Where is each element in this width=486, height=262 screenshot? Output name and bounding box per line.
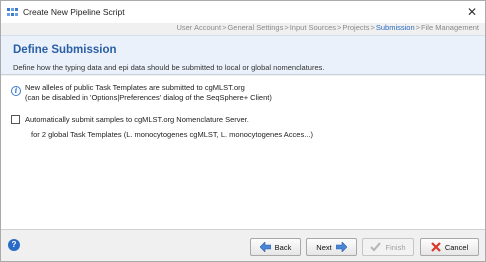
close-button[interactable]: ✕ bbox=[464, 4, 480, 20]
finish-button[interactable]: Finish bbox=[362, 238, 414, 256]
breadcrumb-step-file-management: File Management bbox=[421, 23, 479, 32]
auto-submit-label[interactable]: Automatically submit samples to cgMLST.o… bbox=[25, 115, 249, 124]
wizard-window: Create New Pipeline Script ✕ User Accoun… bbox=[0, 0, 486, 262]
task-templates-info: for 2 global Task Templates (L. monocyto… bbox=[31, 130, 313, 139]
page-title: Define Submission bbox=[13, 44, 117, 56]
finish-button-label: Finish bbox=[385, 242, 406, 252]
page-header: Define Submission Define how the typing … bbox=[1, 35, 485, 75]
back-button-label: Back bbox=[274, 242, 292, 252]
arrow-right-icon bbox=[335, 242, 347, 252]
breadcrumb-step-projects: Projects bbox=[342, 23, 370, 32]
next-button-label: Next bbox=[316, 242, 332, 252]
breadcrumb-step-general-settings: General Settings bbox=[227, 23, 284, 32]
back-button[interactable]: Back bbox=[250, 238, 301, 256]
button-bar: ? Back Next Finish Cancel bbox=[1, 229, 485, 261]
checkmark-icon bbox=[370, 242, 382, 252]
next-button[interactable]: Next bbox=[306, 238, 357, 256]
cancel-button-label: Cancel bbox=[444, 242, 469, 252]
help-icon[interactable]: ? bbox=[8, 239, 20, 251]
page-subtitle: Define how the typing data and epi data … bbox=[13, 63, 325, 72]
cancel-x-icon bbox=[431, 242, 441, 252]
breadcrumb-step-input-sources: Input Sources bbox=[289, 23, 336, 32]
pipeline-icon bbox=[7, 8, 18, 16]
breadcrumb-step-user-account: User Account bbox=[176, 23, 222, 32]
breadcrumb: User Account > General Settings > Input … bbox=[176, 23, 479, 35]
info-message-line2: (can be disabled in 'Options|Preferences… bbox=[25, 93, 272, 102]
title-bar: Create New Pipeline Script ✕ bbox=[1, 1, 485, 23]
auto-submit-checkbox[interactable] bbox=[11, 115, 20, 124]
content-panel: i New alleles of public Task Templates a… bbox=[1, 76, 485, 229]
cancel-button[interactable]: Cancel bbox=[420, 238, 479, 256]
breadcrumb-step-submission: Submission bbox=[375, 23, 415, 32]
info-message-line1: New alleles of public Task Templates are… bbox=[25, 83, 245, 92]
window-title: Create New Pipeline Script bbox=[23, 7, 125, 17]
arrow-left-icon bbox=[259, 242, 271, 252]
info-icon: i bbox=[11, 86, 21, 96]
